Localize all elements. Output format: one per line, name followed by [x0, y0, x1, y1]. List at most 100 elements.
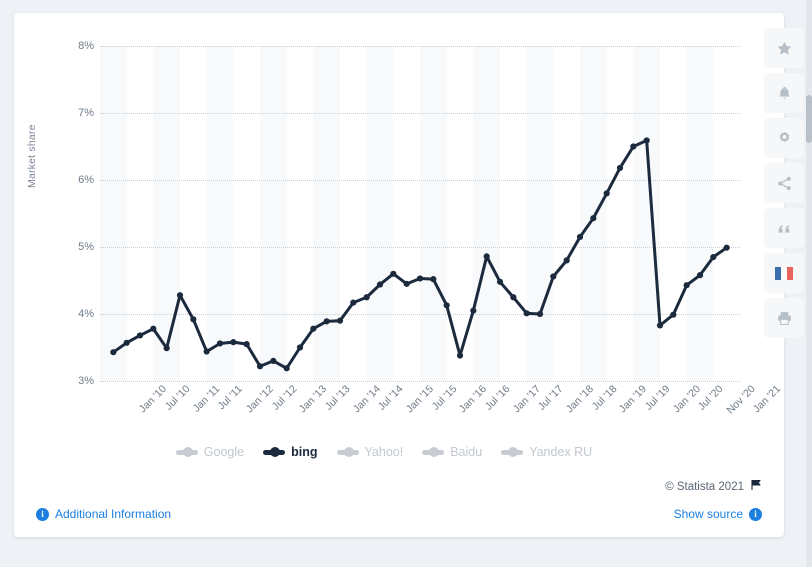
- data-point[interactable]: [603, 190, 610, 197]
- show-source-link[interactable]: Show source i: [674, 507, 762, 521]
- data-point[interactable]: [296, 344, 304, 351]
- data-point[interactable]: [496, 278, 504, 285]
- chart-area: Market share 3% 4% 5% 6% 7% 8% Jan '10 Jul '10…: [14, 13, 783, 443]
- data-point[interactable]: [123, 339, 130, 346]
- data-point[interactable]: [510, 294, 517, 301]
- x-axis-tick: Jan '18: [563, 383, 597, 416]
- french-flag-icon-button[interactable]: [764, 253, 804, 293]
- data-point[interactable]: [390, 270, 397, 277]
- data-point[interactable]: [536, 310, 544, 318]
- legend-item-bing[interactable]: bing: [263, 445, 318, 459]
- x-axis-tick: Jul '16: [482, 383, 513, 413]
- legend-item-baidu[interactable]: Baidu: [422, 445, 482, 459]
- additional-information-link[interactable]: i Additional Information: [36, 507, 171, 521]
- info-icon: i: [749, 507, 762, 521]
- data-point[interactable]: [203, 348, 210, 355]
- share-icon: [776, 175, 793, 192]
- star-icon-button[interactable]: [764, 28, 804, 68]
- data-point[interactable]: [163, 345, 170, 352]
- data-point[interactable]: [563, 257, 570, 264]
- data-point[interactable]: [110, 349, 117, 356]
- y-axis-tick-labels: 3% 4% 5% 6% 7% 8%: [58, 13, 94, 443]
- legend-marker-icon: [336, 447, 359, 457]
- legend-item-yahoo[interactable]: Yahoo!: [336, 445, 403, 459]
- data-point[interactable]: [243, 341, 250, 348]
- legend-marker-icon: [501, 447, 524, 457]
- data-point[interactable]: [403, 280, 410, 287]
- data-point[interactable]: [550, 273, 557, 280]
- line-series-bing: [110, 137, 730, 372]
- data-point[interactable]: [256, 363, 264, 370]
- gridline: [100, 381, 740, 382]
- chart-legend: Google bing Yahoo! Baidu Yandex RU: [14, 445, 754, 459]
- data-point[interactable]: [643, 137, 650, 144]
- legend-item-yandex-ru[interactable]: Yandex RU: [501, 445, 592, 459]
- right-toolbar: [764, 28, 804, 338]
- data-point[interactable]: [670, 311, 677, 318]
- additional-information-label: Additional Information: [55, 507, 172, 521]
- data-point[interactable]: [176, 292, 184, 299]
- series-line: [111, 138, 729, 370]
- legend-label: Google: [203, 445, 245, 459]
- data-point[interactable]: [590, 215, 597, 222]
- star-icon: [776, 40, 793, 57]
- data-point[interactable]: [523, 310, 530, 317]
- data-point[interactable]: [310, 325, 317, 332]
- data-point[interactable]: [150, 325, 157, 332]
- legend-marker-icon: [175, 447, 198, 457]
- data-point[interactable]: [350, 299, 357, 306]
- x-axis-tick: Jan '12: [243, 383, 277, 416]
- x-axis-tick: Jan '16: [457, 383, 490, 416]
- copyright-text: © Statista 2021: [665, 480, 744, 493]
- data-point[interactable]: [270, 357, 277, 364]
- y-axis-tick: 5%: [78, 241, 94, 253]
- data-point[interactable]: [656, 322, 664, 329]
- data-point[interactable]: [683, 282, 690, 289]
- x-axis-tick: Jan '19: [617, 383, 650, 416]
- data-point[interactable]: [430, 276, 437, 283]
- data-point[interactable]: [136, 332, 144, 339]
- x-axis-tick: Jan '13: [297, 383, 330, 416]
- data-point[interactable]: [630, 143, 637, 150]
- data-point[interactable]: [710, 253, 717, 261]
- data-point[interactable]: [696, 272, 704, 279]
- data-point[interactable]: [723, 244, 730, 251]
- footer-links: i Additional Information Show source i: [14, 507, 784, 533]
- page-scrollbar-track[interactable]: [806, 0, 812, 567]
- x-axis-tick: Jul '10: [162, 383, 193, 413]
- data-point[interactable]: [190, 316, 197, 323]
- gear-icon-button[interactable]: [764, 118, 804, 158]
- data-point[interactable]: [416, 275, 424, 282]
- data-point[interactable]: [443, 302, 450, 309]
- data-point[interactable]: [470, 307, 477, 314]
- data-point[interactable]: [230, 339, 237, 346]
- x-axis-tick: Jul '13: [322, 383, 353, 413]
- legend-item-google[interactable]: Google: [175, 445, 245, 459]
- x-axis-tick: Jul '12: [269, 383, 300, 413]
- x-axis-tick: Jan '17: [510, 383, 543, 416]
- data-point[interactable]: [283, 365, 290, 372]
- data-point[interactable]: [216, 340, 224, 347]
- print-icon-button[interactable]: [764, 298, 804, 338]
- x-axis-tick: Jan '15: [403, 383, 437, 416]
- y-axis-tick: 3%: [78, 375, 94, 387]
- data-point[interactable]: [616, 164, 624, 172]
- x-axis-tick: Jan '20: [670, 383, 703, 416]
- data-point[interactable]: [336, 317, 344, 324]
- data-point[interactable]: [456, 352, 464, 359]
- y-axis-tick: 6%: [78, 174, 94, 186]
- data-point[interactable]: [323, 318, 330, 325]
- data-point[interactable]: [483, 253, 490, 260]
- quote-icon-button[interactable]: [764, 208, 804, 248]
- y-axis-title: Market share: [26, 124, 38, 188]
- quote-icon: [776, 220, 793, 237]
- legend-label: bing: [291, 445, 318, 459]
- data-point[interactable]: [576, 233, 584, 241]
- data-point[interactable]: [376, 281, 384, 288]
- page-scrollbar-thumb[interactable]: [806, 95, 812, 143]
- bell-icon-button[interactable]: [764, 73, 804, 113]
- y-axis-tick: 7%: [78, 107, 94, 119]
- legend-marker-icon: [422, 447, 445, 457]
- share-icon-button[interactable]: [764, 163, 804, 203]
- data-point[interactable]: [363, 294, 370, 301]
